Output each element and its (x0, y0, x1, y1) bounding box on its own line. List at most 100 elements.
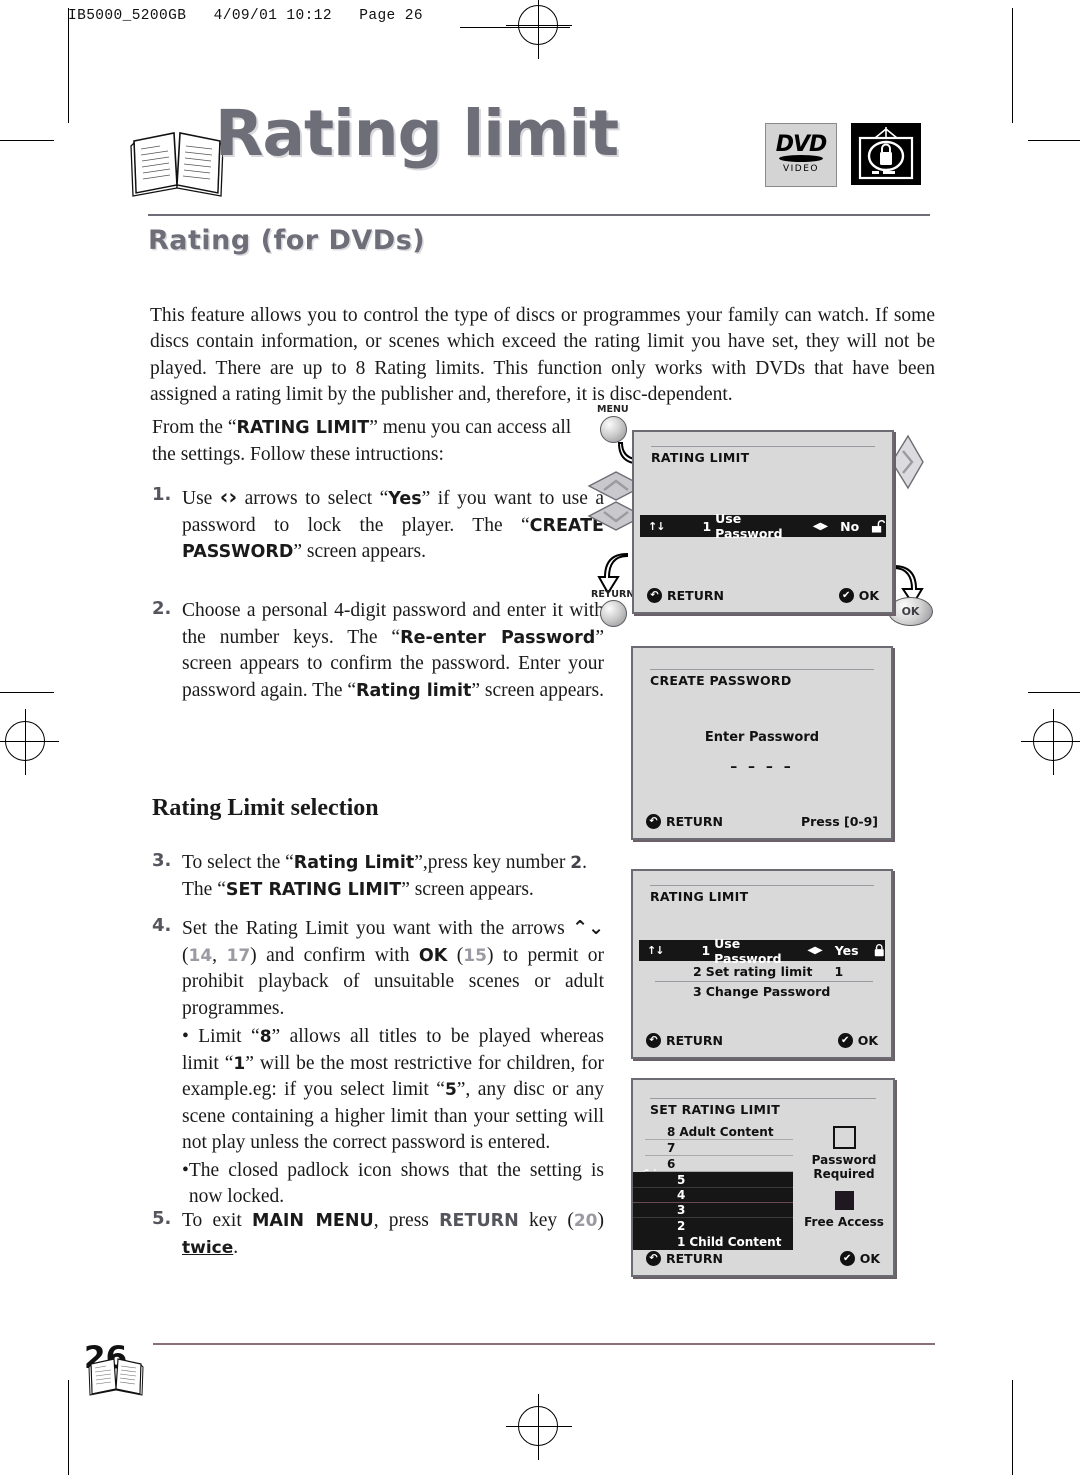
legend-password-line1: Password (811, 1153, 877, 1167)
crop-mark-right (1012, 8, 1013, 123)
screen3-ok-label: OK (857, 1033, 878, 1048)
screen3-title-rule (650, 885, 874, 886)
screen3-row2-value: 1 (834, 964, 844, 979)
section-heading: Rating (for DVDs) (148, 225, 426, 256)
screen4-footer: ↶ RETURN ✔ OK (646, 1251, 880, 1266)
step-3-t1: To select the “ (182, 852, 294, 873)
screen3-row3-index: 3 (693, 984, 702, 999)
level-8-num: 8 (667, 1124, 676, 1139)
step-5-t1: To exit (182, 1210, 252, 1231)
return-badge-icon: ↶ (646, 814, 661, 829)
step-4-ref-14: 14 (188, 945, 213, 966)
step-2-bold-rating-limit: Rating limit (356, 680, 472, 701)
step-4-t3: , (212, 944, 227, 966)
level-row-4[interactable]: 4 (633, 1188, 793, 1203)
ok-button[interactable]: OK (888, 597, 933, 626)
updown-arrows-icon: ↑↓ (647, 944, 664, 957)
step-5-bold-main-menu: MAIN MENU (251, 1211, 374, 1231)
osd-screen-rating-limit-no: RATING LIMIT ↑↓ 1 Use Password ◀▶ No ↶ R… (632, 430, 894, 614)
osd-screen-rating-limit-yes: RATING LIMIT ↑↓ 1 Use Password ◀▶ Yes 2 … (631, 869, 893, 1059)
return-button[interactable] (600, 600, 627, 627)
open-book-icon (130, 132, 224, 197)
level-row-2[interactable]: 2 (633, 1218, 793, 1233)
step-3-t4: ” screen appears. (401, 878, 534, 900)
level-8-label: Adult Content (679, 1124, 774, 1139)
print-slug: IB5000_5200GB 4/09/01 10:12 Page 26 (68, 8, 423, 24)
screen2-title: CREATE PASSWORD (650, 673, 792, 688)
ok-badge-icon: ✔ (837, 1033, 853, 1048)
step-4-bullet-1: • Limit “8” allows all titles to be play… (182, 1024, 604, 1157)
intro-paragraph: This feature allows you to control the t… (150, 304, 935, 406)
screen1-menu-row[interactable]: ↑↓ 1 Use Password ◀▶ No (640, 511, 886, 541)
screen3-footer: ↶ RETURN ✔ OK (646, 1033, 878, 1048)
step-5-t4: ) (597, 1210, 605, 1231)
ok-badge-icon: ✔ (839, 1251, 855, 1266)
menu-button[interactable] (600, 416, 627, 443)
level-row-7[interactable]: 7 (645, 1140, 793, 1156)
level-row-8[interactable]: 8 Adult Content (645, 1124, 793, 1140)
screen3-ok-button[interactable]: ✔ OK (837, 1033, 878, 1048)
screen3-row2-index: 2 (693, 964, 702, 979)
step-5-text: To exit MAIN MENU, press RETURN key (20)… (182, 1208, 604, 1261)
page-title: Rating limit (215, 97, 619, 170)
screen1-title-rule (651, 446, 875, 447)
step-1-bold-yes: Yes (388, 489, 422, 509)
osd-screen-set-rating-limit: SET RATING LIMIT ↑↓ 8 Adult Content 7 6 … (631, 1078, 895, 1277)
bullet1-a: • Limit “ (182, 1026, 260, 1047)
level-row-3[interactable]: 3 (633, 1203, 793, 1218)
return-badge-icon: ↶ (647, 588, 662, 603)
return-button-label: RETURN (591, 589, 635, 600)
format-logos: DVD VIDEO (765, 123, 921, 187)
level-row-1[interactable]: 1 Child Content (633, 1233, 793, 1250)
step-4-ref-17: 17 (226, 945, 251, 966)
screen1-ok-label: OK (858, 588, 879, 603)
ok-badge-icon: ✔ (838, 588, 854, 603)
step-4-ref-15: 15 (463, 945, 487, 966)
screen2-press-label: Press [0-9] (800, 814, 878, 829)
screen2-press-hint: Press [0-9] (801, 814, 878, 829)
dvd-video-text: VIDEO (782, 164, 819, 174)
left-right-arrows-icon: ‹› (219, 485, 238, 509)
bullet1-limit-1: 1 (233, 1053, 246, 1074)
step-4-text: Set the Rating Limit you want with the a… (182, 915, 604, 1211)
slug-rule (460, 27, 570, 28)
screen1-ok-button[interactable]: ✔ OK (838, 588, 879, 603)
step-3-number: 3. (152, 850, 172, 871)
legend-password-line2: Required (813, 1167, 875, 1181)
step-5-ref-20: 20 (573, 1211, 598, 1231)
screen3-menu-row-2[interactable]: 2 Set rating limit 1 (639, 962, 885, 981)
level-row-6[interactable]: 6 (645, 1156, 793, 1172)
screen4-return-button[interactable]: ↶ RETURN (646, 1251, 723, 1266)
bullet-dot: • (182, 1159, 189, 1181)
level-row-5[interactable]: 5 (633, 1172, 793, 1188)
screen3-return-button[interactable]: ↶ RETURN (646, 1033, 723, 1048)
step-5: 5. To exit MAIN MENU, press RETURN key (… (152, 1208, 604, 1261)
screen1-return-button[interactable]: ↶ RETURN (647, 588, 724, 603)
footer-rule (153, 1343, 935, 1345)
step-1-text: Use ‹› arrows to select “Yes” if you wan… (182, 484, 604, 566)
step-1-t1: Use (182, 488, 220, 509)
screen4-ok-label: OK (859, 1251, 880, 1266)
left-right-arrows-icon: ◀▶ (812, 520, 829, 532)
screen3-menu-row-3[interactable]: 3 Change Password (639, 982, 885, 1001)
screen3-menu-row-1[interactable]: ↑↓ 1 Use Password ◀▶ Yes (639, 936, 885, 966)
dvd-logo-text: DVD (775, 132, 828, 157)
screen3-row3-label: Change Password (705, 984, 831, 999)
step-2-text: Choose a personal 4-digit password and e… (182, 598, 604, 704)
step-4-bold-ok: OK (418, 945, 448, 966)
level-1-label: Child Content (689, 1234, 782, 1249)
legend-password-swatch (832, 1126, 856, 1149)
screen2-digit-placeholders: – – – – (730, 759, 794, 775)
screen4-ok-button[interactable]: ✔ OK (839, 1251, 880, 1266)
level-6-num: 6 (667, 1156, 676, 1171)
step-5-underline-twice: twice (182, 1237, 234, 1258)
screen3-return-label: RETURN (666, 1033, 723, 1048)
dpad-right-icon[interactable] (890, 434, 925, 490)
bullet2-text: The closed padlock icon shows that the s… (188, 1159, 604, 1208)
step-4-t5: ( (447, 944, 464, 966)
screen4-return-label: RETURN (666, 1251, 723, 1266)
step-3-bold-set-rating-limit: SET RATING LIMIT (225, 879, 402, 900)
tv-padlock-icon (851, 123, 921, 185)
screen2-return-button[interactable]: ↶ RETURN (646, 814, 723, 829)
step-5-t3: key ( (518, 1210, 574, 1231)
